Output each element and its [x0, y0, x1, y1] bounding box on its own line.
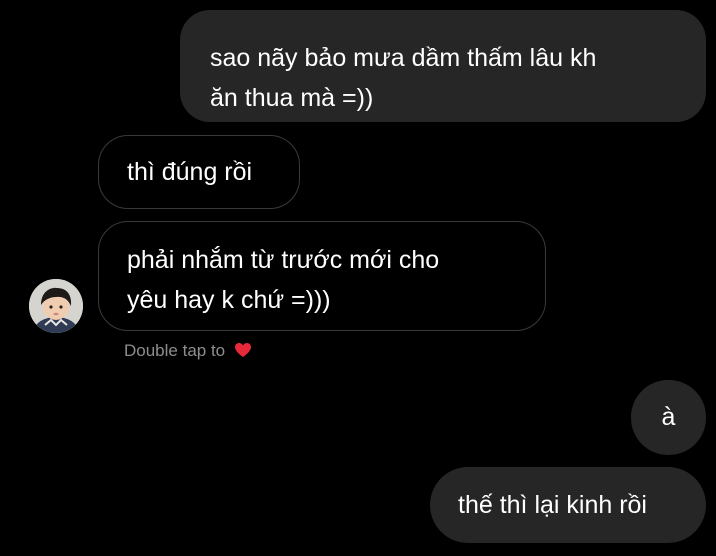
sent-message-bubble[interactable]: thế thì lại kinh rồi — [430, 467, 706, 543]
message-text-line: ăn thua mà =)) — [210, 84, 374, 112]
contact-avatar[interactable] — [29, 279, 83, 333]
message-text-line: phải nhắm từ trước mới cho — [127, 246, 440, 274]
heart-icon — [234, 342, 252, 364]
received-message-bubble[interactable]: thì đúng rồi — [98, 135, 300, 209]
message-text-line: yêu hay k chứ =))) — [127, 286, 331, 314]
message-text-line: thế thì lại kinh rồi — [458, 491, 647, 519]
message-text-line: thì đúng rồi — [127, 158, 253, 186]
double-tap-hint-text: Double tap to — [124, 341, 226, 360]
sent-message-bubble[interactable]: à — [631, 380, 706, 455]
double-tap-hint: Double tap to — [124, 340, 252, 364]
message-text-line: à — [661, 403, 676, 431]
received-message-bubble[interactable]: phải nhắm từ trước mới cho yêu hay k chứ… — [98, 221, 546, 331]
avatar-image — [29, 279, 83, 333]
sent-message-bubble[interactable]: sao nãy bảo mưa dầm thấm lâu kh ăn thua … — [180, 10, 706, 122]
message-text-line: sao nãy bảo mưa dầm thấm lâu kh — [210, 44, 597, 72]
